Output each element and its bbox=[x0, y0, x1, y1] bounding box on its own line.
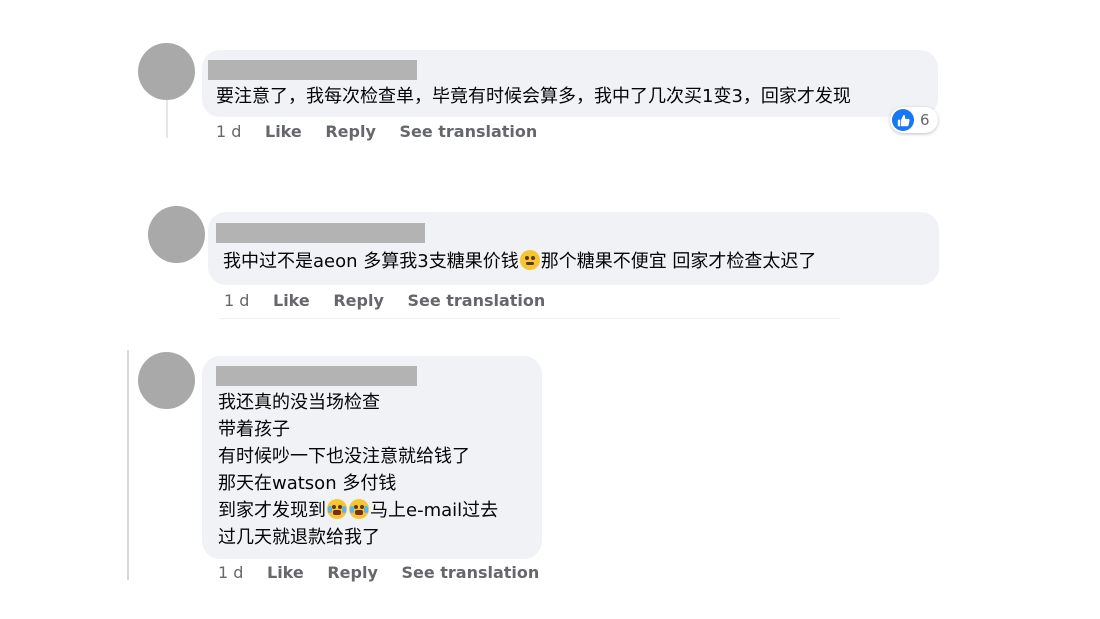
comment-actions: 1 d Like Reply See translation bbox=[218, 563, 557, 582]
like-icon bbox=[892, 109, 914, 131]
thread-line bbox=[127, 350, 129, 580]
author-name-redacted[interactable] bbox=[216, 366, 417, 386]
timestamp[interactable]: 1 d bbox=[216, 122, 241, 141]
thread-line bbox=[166, 100, 168, 138]
comment-text: 要注意了，我每次检查单，毕竟有时候会算多，我中了几次买1变3，回家才发现 bbox=[216, 86, 851, 107]
timestamp[interactable]: 1 d bbox=[218, 563, 243, 582]
comment-bubble: 要注意了，我每次检查单，毕竟有时候会算多，我中了几次买1变3，回家才发现 bbox=[202, 50, 938, 117]
see-translation-link[interactable]: See translation bbox=[399, 122, 537, 141]
see-translation-link[interactable]: See translation bbox=[407, 291, 545, 310]
comment-actions: 1 d Like Reply See translation bbox=[224, 291, 563, 310]
reaction-summary[interactable]: 6 bbox=[890, 107, 938, 133]
comment-text-line: 我还真的没当场检查 bbox=[218, 392, 380, 413]
crying-laughing-emoji bbox=[349, 499, 369, 519]
comment-text-part: 那个糖果不便宜 回家才检查太迟了 bbox=[540, 251, 817, 272]
avatar[interactable] bbox=[148, 206, 205, 263]
comment-text-line: 那天在watson 多付钱 bbox=[218, 473, 397, 494]
comment-text-line: 带着孩子 bbox=[218, 419, 290, 440]
comment-text-line: 到家才发现到 马上e-mail过去 bbox=[218, 497, 498, 524]
comment-bubble: 我中过不是aeon 多算我3支糖果价钱 那个糖果不便宜 回家才检查太迟了 bbox=[208, 212, 939, 285]
comment-text-line: 有时候吵一下也没注意就给钱了 bbox=[218, 446, 470, 467]
reply-button[interactable]: Reply bbox=[325, 122, 376, 141]
like-button[interactable]: Like bbox=[273, 291, 310, 310]
comment-text-part: 马上e-mail过去 bbox=[370, 500, 499, 521]
like-button[interactable]: Like bbox=[267, 563, 304, 582]
crying-laughing-emoji bbox=[327, 499, 347, 519]
comment-actions: 1 d Like Reply See translation bbox=[216, 122, 555, 141]
divider bbox=[220, 318, 840, 319]
author-name-redacted[interactable] bbox=[208, 60, 417, 80]
reply-button[interactable]: Reply bbox=[333, 291, 384, 310]
like-button[interactable]: Like bbox=[265, 122, 302, 141]
see-translation-link[interactable]: See translation bbox=[401, 563, 539, 582]
comment-bubble: 我还真的没当场检查 带着孩子 有时候吵一下也没注意就给钱了 那天在watson … bbox=[202, 356, 542, 559]
comment-text-line: 过几天就退款给我了 bbox=[218, 527, 380, 548]
rolling-eyes-emoji bbox=[519, 250, 540, 270]
comment-text: 我中过不是aeon 多算我3支糖果价钱 那个糖果不便宜 回家才检查太迟了 bbox=[223, 248, 816, 275]
author-name-redacted[interactable] bbox=[216, 223, 425, 243]
avatar[interactable] bbox=[138, 352, 195, 409]
reply-button[interactable]: Reply bbox=[327, 563, 378, 582]
reaction-count: 6 bbox=[920, 111, 930, 129]
comment-text-part: 我中过不是aeon 多算我3支糖果价钱 bbox=[223, 251, 519, 272]
timestamp[interactable]: 1 d bbox=[224, 291, 249, 310]
avatar[interactable] bbox=[138, 43, 195, 100]
comment-text-part: 到家才发现到 bbox=[218, 500, 326, 521]
